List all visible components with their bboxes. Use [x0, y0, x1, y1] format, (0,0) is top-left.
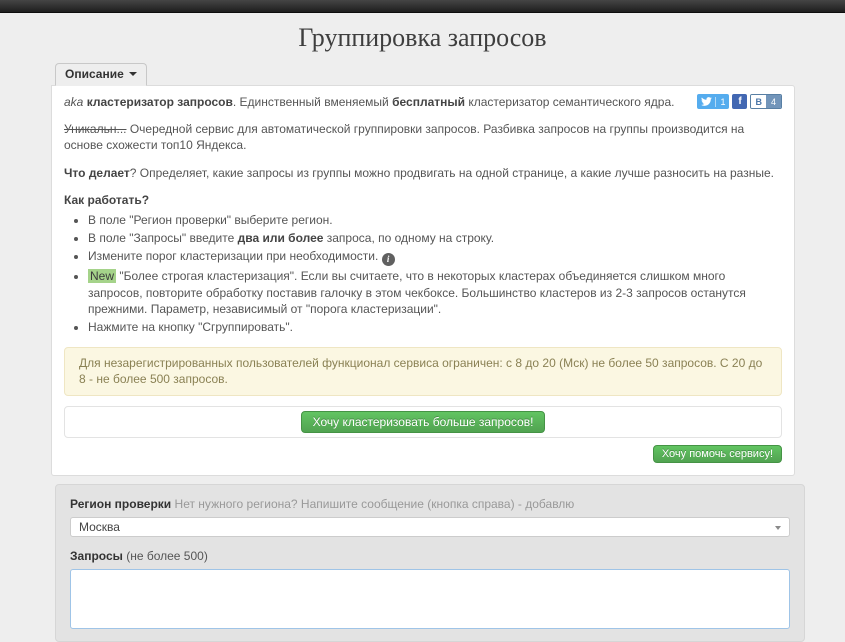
facebook-share-button[interactable]: f [732, 94, 748, 109]
about-text: Очередной сервис для автоматической груп… [64, 122, 745, 153]
region-hint: Нет нужного региона? Напишите сообщение … [174, 497, 575, 512]
step-threshold: Измените порог кластеризации при необход… [88, 248, 782, 267]
intro-mid: . Единственный вменяемый [232, 95, 393, 109]
how-title: Как работать? [64, 192, 782, 208]
main-container: Описание 1 f В4 aka кластеризатор запрос… [51, 62, 795, 477]
region-label-row: Регион проверки Нет нужного региона? Нап… [70, 497, 790, 511]
step-region: В поле "Регион проверки" выберите регион… [88, 212, 782, 228]
step-group: Нажмите на кнопку "Сгруппировать". [88, 319, 782, 335]
step-threshold-text: Измените порог кластеризации при необход… [88, 249, 382, 264]
facebook-icon: f [738, 96, 742, 107]
step-group-text: Нажмите на кнопку "Сгруппировать". [88, 319, 293, 334]
limits-alert: Для незарегистрированных пользователей ф… [64, 347, 782, 397]
what-bold: Что делает [64, 165, 130, 180]
vk-icon: В [751, 95, 766, 108]
twitter-share-button[interactable]: 1 [697, 94, 730, 109]
queries-label-row: Запросы (не более 500) [70, 549, 790, 563]
queries-hint: (не более 500) [122, 549, 208, 564]
intro-free-bold: бесплатный [392, 95, 465, 109]
intro-paragraph: aka кластеризатор запросов. Единственный… [64, 94, 782, 110]
help-service-row: Хочу помочь сервису! [64, 445, 782, 464]
queries-textarea[interactable] [70, 569, 790, 630]
help-service-button[interactable]: Хочу помочь сервису! [652, 445, 782, 464]
intro-aka: aka [64, 95, 87, 109]
cluster-more-button[interactable]: Хочу кластеризовать больше запросов! [300, 411, 546, 434]
twitter-bird-icon [701, 97, 713, 106]
tab-description[interactable]: Описание [55, 63, 147, 86]
steps-list: В поле "Регион проверки" выберите регион… [88, 212, 782, 335]
page-title: Группировка запросов [298, 23, 547, 52]
about-paragraph: Уникальн... Очередной сервис для автомат… [64, 121, 782, 153]
new-badge: New [88, 269, 117, 284]
social-share-bar: 1 f В4 [697, 94, 782, 109]
intro-tail: кластеризатор семантического ядра. [465, 95, 675, 109]
step-region-text: В поле "Регион проверки" выберите регион… [88, 212, 333, 227]
step-queries-post: запроса, по одному на строку. [323, 231, 495, 246]
what-paragraph: Что делает? Определяет, какие запросы из… [64, 165, 782, 181]
step-queries-bold: два или более [237, 231, 324, 246]
step-strict-text: "Более строгая кластеризация". Если вы с… [88, 269, 746, 316]
cluster-more-bar: Хочу кластеризовать больше запросов! [64, 406, 782, 439]
step-strict: New "Более строгая кластеризация". Если … [88, 268, 782, 317]
region-select-value: Москва [79, 520, 120, 535]
vk-share-count: 4 [765, 95, 781, 108]
intro-aka-bold: кластеризатор запросов [86, 95, 233, 109]
chevron-down-icon [128, 72, 137, 76]
query-form-panel: Регион проверки Нет нужного региона? Нап… [55, 484, 805, 642]
step-queries-pre: В поле "Запросы" введите [88, 231, 238, 246]
top-navbar [0, 0, 845, 13]
region-label: Регион проверки [70, 497, 172, 512]
step-queries: В поле "Запросы" введите два или более з… [88, 230, 782, 246]
twitter-share-count: 1 [715, 96, 725, 107]
how-title-text: Как работать? [64, 192, 150, 207]
region-select[interactable]: Москва [70, 517, 790, 538]
info-icon[interactable]: i [381, 253, 395, 267]
vk-share-button[interactable]: В4 [750, 94, 782, 109]
tab-description-label: Описание [65, 67, 124, 81]
about-strike: Уникальн... [64, 122, 127, 137]
select-arrow-icon [775, 526, 781, 531]
queries-label: Запросы [70, 549, 123, 564]
what-text: ? Определяет, какие запросы из группы мо… [129, 165, 774, 180]
description-panel: 1 f В4 aka кластеризатор запросов. Единс… [51, 85, 795, 477]
